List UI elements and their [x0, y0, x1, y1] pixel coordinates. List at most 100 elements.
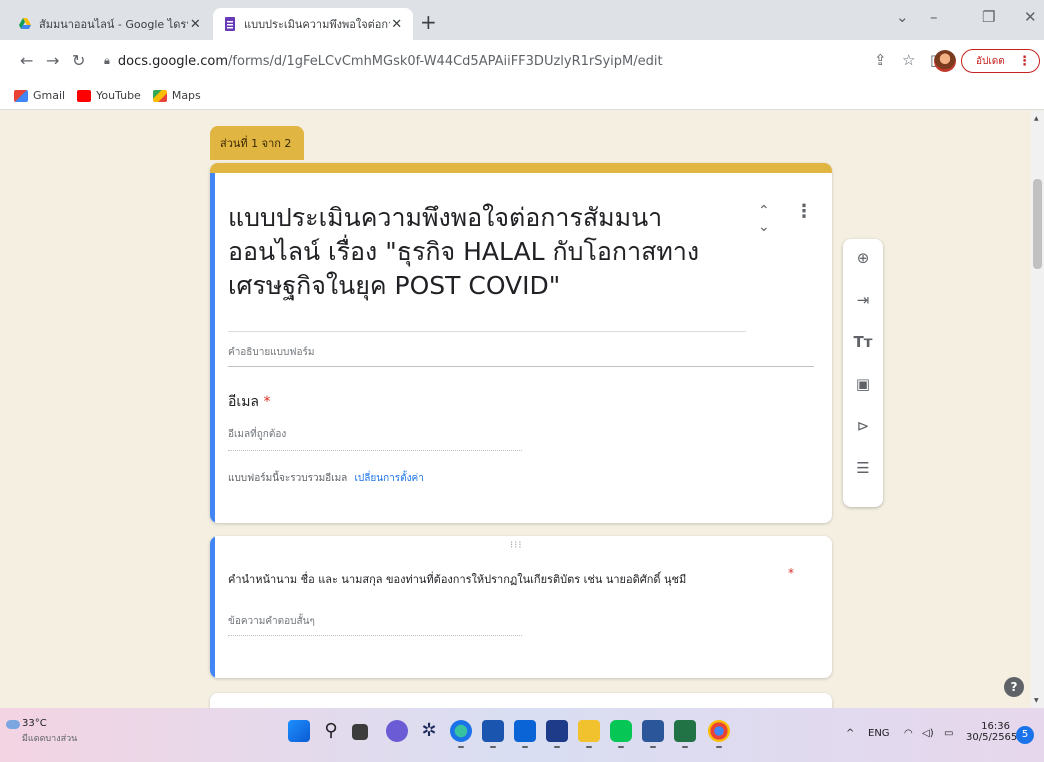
scroll-thumb[interactable]: [1033, 179, 1042, 269]
google-drive-icon: [19, 18, 31, 29]
form-title[interactable]: แบบประเมินความพึงพอใจต่อการสัมมนาออนไลน์…: [228, 201, 748, 303]
close-tab-icon[interactable]: ✕: [390, 17, 403, 32]
restore-icon[interactable]: ❐: [982, 8, 995, 26]
widgets-icon[interactable]: ✲: [418, 720, 440, 742]
notification-badge[interactable]: 5: [1016, 726, 1034, 744]
bookmark-maps[interactable]: Maps: [152, 89, 201, 102]
bookmark-youtube[interactable]: YouTube: [77, 89, 141, 102]
form-description-field[interactable]: คำอธิบายแบบฟอร์ม: [228, 345, 814, 367]
task-view-icon[interactable]: [352, 724, 368, 740]
forward-icon[interactable]: →: [46, 51, 59, 71]
search-icon[interactable]: ⚲: [320, 720, 342, 742]
volume-icon[interactable]: ◁): [922, 728, 934, 739]
scroll-up-icon[interactable]: ▲: [1034, 115, 1039, 122]
email-field: อีเมลที่ถูกต้อง: [228, 427, 522, 451]
tab-title: สัมมนาออนไลน์ - Google ไดรฟ์: [39, 18, 188, 31]
change-settings-link[interactable]: เปลี่ยนการตั้งค่า: [355, 473, 424, 484]
required-mark: *: [263, 394, 271, 410]
update-button[interactable]: อัปเดต ⋮: [961, 49, 1040, 73]
youtube-icon: [77, 89, 92, 102]
required-mark: *: [788, 566, 794, 580]
minimize-icon[interactable]: –: [930, 8, 938, 26]
chrome-icon[interactable]: [708, 720, 730, 748]
url-path: /forms/d/1gFeLCvCmhMGsk0f-W44Cd5APAiiFF3…: [228, 53, 663, 69]
navigation-bar: ← → ↻ 🔒︎ docs.google.com/forms/d/1gFeLCv…: [0, 40, 1044, 82]
form-header-card[interactable]: แบบประเมินความพึงพอใจต่อการสัมมนาออนไลน์…: [210, 163, 832, 523]
email-label-text: อีเมล: [228, 394, 260, 410]
edge-icon[interactable]: [450, 720, 472, 748]
drag-handle-icon[interactable]: ⁝⁝⁝: [510, 540, 523, 551]
lock-icon[interactable]: 🔒︎: [104, 54, 110, 68]
section-tag: ส่วนที่ 1 จาก 2: [210, 126, 304, 160]
file-explorer-icon[interactable]: [578, 720, 600, 748]
wifi-icon[interactable]: ◠: [904, 728, 913, 739]
question-text[interactable]: คำนำหน้านาม ชื่อ และ นามสกุล ของท่านที่ต…: [228, 570, 686, 588]
bookmarks-bar: Gmail YouTube Maps: [0, 82, 1044, 110]
google-forms-icon: [225, 17, 235, 31]
title-underline: [228, 331, 746, 332]
card-indicator: [210, 536, 215, 678]
excel-icon[interactable]: [674, 720, 696, 748]
temperature: 33°C: [22, 718, 47, 729]
add-section-icon[interactable]: ☰: [843, 459, 883, 477]
time: 16:36: [981, 721, 1010, 732]
bookmark-star-icon[interactable]: ☆: [902, 51, 915, 69]
clock[interactable]: 16:36 30/5/2565: [966, 721, 1018, 743]
gmail-icon: [14, 89, 28, 102]
tab-search-icon[interactable]: ⌄: [896, 8, 909, 26]
active-card-indicator: [210, 173, 215, 523]
new-tab-icon[interactable]: +: [420, 10, 437, 34]
add-question-icon[interactable]: ⊕: [843, 249, 883, 267]
language-indicator[interactable]: ENG: [868, 728, 890, 739]
add-title-icon[interactable]: Tт: [843, 333, 883, 351]
question-card[interactable]: ⁝⁝⁝ คำนำหน้านาม ชื่อ และ นามสกุล ของท่าน…: [210, 536, 832, 678]
tab-title: แบบประเมินความพึงพอใจต่อการสัมมน: [244, 18, 390, 31]
url-host: docs.google.com: [117, 53, 229, 69]
profile-avatar[interactable]: [934, 50, 956, 72]
weather-icon: [6, 720, 20, 729]
update-label: อัปเดต: [976, 55, 1005, 67]
help-icon[interactable]: ?: [1004, 677, 1024, 697]
import-questions-icon[interactable]: ⇥: [843, 291, 883, 309]
word-icon[interactable]: [642, 720, 664, 748]
mail-icon[interactable]: [514, 720, 536, 748]
floating-toolbar: ⊕ ⇥ Tт ▣ ⊳ ☰: [843, 239, 883, 507]
line-icon[interactable]: [610, 720, 632, 748]
collapse-section-icon[interactable]: ⌃ ⌄: [758, 203, 770, 235]
add-image-icon[interactable]: ▣: [843, 375, 883, 393]
email-collection-note: แบบฟอร์มนี้จะรวบรวมอีเมล เปลี่ยนการตั้งค…: [228, 471, 424, 486]
close-window-icon[interactable]: ✕: [1024, 8, 1037, 26]
start-icon[interactable]: [288, 720, 310, 742]
chat-icon[interactable]: [386, 720, 408, 742]
page-scrollbar[interactable]: ▲ ▼: [1031, 111, 1044, 708]
email-question-label: อีเมล *: [228, 391, 270, 413]
scroll-down-icon[interactable]: ▼: [1034, 697, 1039, 704]
store-icon[interactable]: [482, 720, 504, 748]
bookmark-label: Gmail: [33, 89, 66, 102]
more-options-icon[interactable]: ⋮: [795, 201, 813, 222]
short-answer-field: ข้อความคำตอบสั้นๆ: [228, 614, 522, 636]
share-icon[interactable]: ⇪: [874, 51, 887, 69]
email-note-text: แบบฟอร์มนี้จะรวบรวมอีเมล: [228, 473, 348, 484]
windows-taskbar: 33°C มีแดดบางส่วน ⚲ ✲ ^ ENG ◠ ◁) ▭ 16:36…: [0, 708, 1044, 762]
show-hidden-icons[interactable]: ^: [846, 728, 854, 739]
maps-icon: [152, 89, 167, 102]
more-menu-icon[interactable]: ⋮: [1018, 54, 1031, 69]
question-card[interactable]: [210, 693, 832, 708]
close-tab-icon[interactable]: ✕: [188, 17, 203, 32]
add-video-icon[interactable]: ⊳: [843, 417, 883, 435]
reload-icon[interactable]: ↻: [72, 51, 85, 71]
bookmark-gmail[interactable]: Gmail: [14, 89, 65, 102]
tab-google-drive[interactable]: สัมมนาออนไลน์ - Google ไดรฟ์ ✕: [8, 8, 213, 40]
tab-strip: สัมมนาออนไลน์ - Google ไดรฟ์ ✕ แบบประเมิ…: [0, 0, 1044, 40]
date: 30/5/2565: [966, 732, 1018, 743]
weather-widget[interactable]: 33°C มีแดดบางส่วน: [6, 718, 78, 745]
bookmark-label: Maps: [171, 89, 201, 102]
battery-icon[interactable]: ▭: [944, 728, 953, 739]
back-icon[interactable]: ←: [20, 51, 33, 71]
weather-text: มีแดดบางส่วน: [22, 734, 78, 744]
tab-google-forms[interactable]: แบบประเมินความพึงพอใจต่อการสัมมน ✕: [213, 8, 413, 40]
form-editor-page: ส่วนที่ 1 จาก 2 แบบประเมินความพึงพอใจต่อ…: [0, 111, 1031, 708]
address-bar[interactable]: 🔒︎ docs.google.com/forms/d/1gFeLCvCmhMGs…: [104, 48, 864, 74]
app-icon[interactable]: [546, 720, 568, 748]
